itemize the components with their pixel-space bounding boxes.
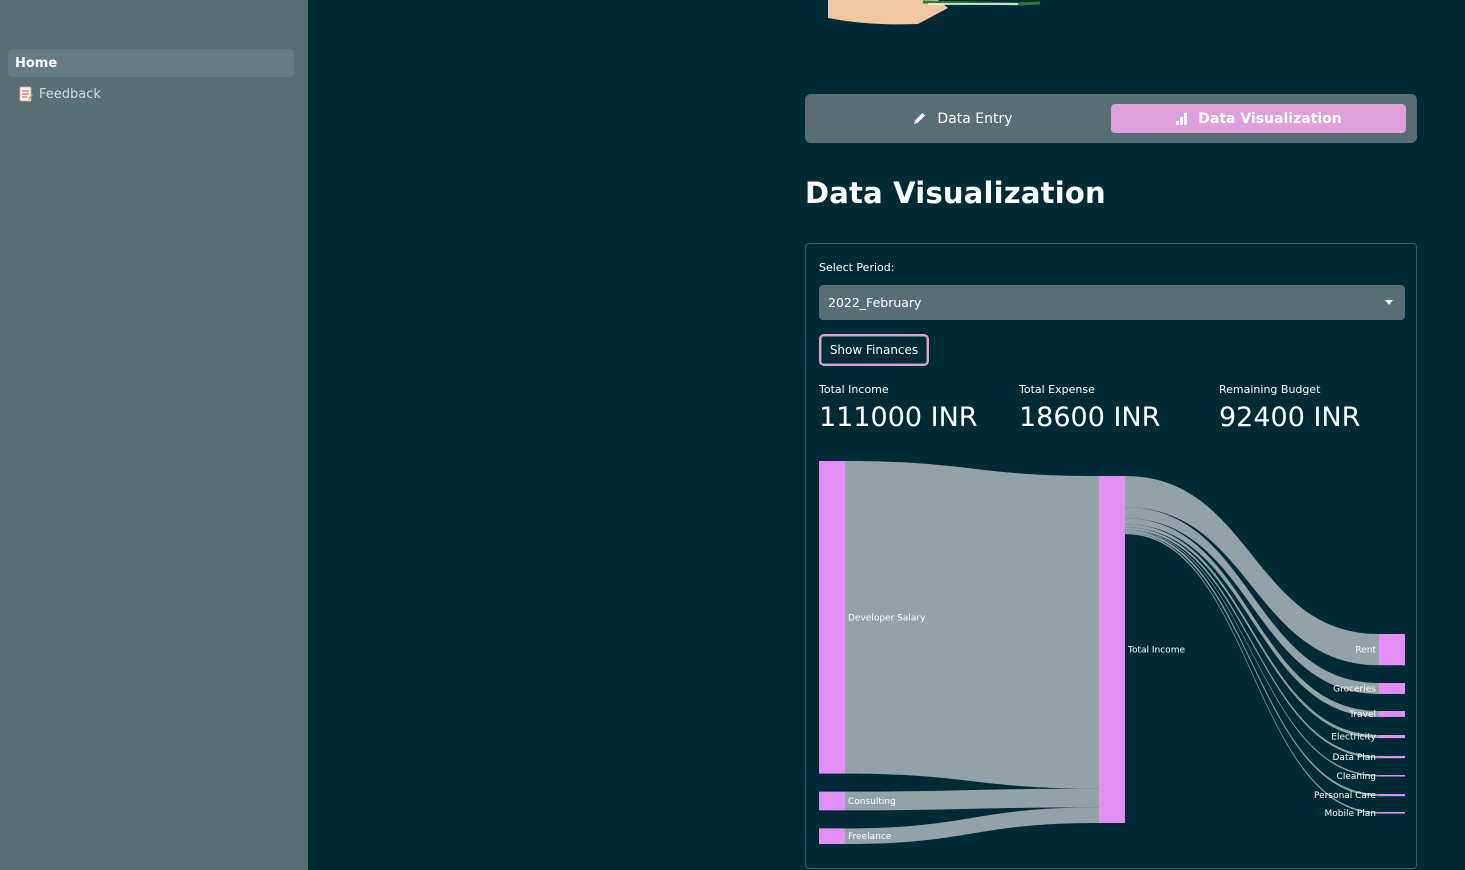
sankey-node[interactable] <box>819 791 845 811</box>
sankey-node-label: Personal Care <box>1314 791 1376 801</box>
sankey-node-label: Electricity <box>1331 733 1376 743</box>
sankey-node-label: Freelance <box>848 832 892 842</box>
sankey-node[interactable] <box>1379 683 1405 694</box>
sankey-node[interactable] <box>1379 812 1405 814</box>
select-period-label: Select Period: <box>819 261 895 274</box>
sidebar: Home Feedback <box>0 0 308 870</box>
tab-bar: Data Entry Data Visualization <box>805 94 1417 143</box>
sankey-node-label: Rent <box>1355 646 1376 656</box>
sidebar-item-home[interactable]: Home <box>8 49 294 77</box>
sankey-node[interactable] <box>1379 634 1405 666</box>
page-title: Data Visualization <box>805 176 1106 210</box>
sankey-node-label: Total Income <box>1127 646 1185 656</box>
sankey-node[interactable] <box>819 461 845 774</box>
sankey-node-label: Data Plan <box>1333 753 1377 763</box>
metric-value-expense: 18600 INR <box>1019 402 1161 433</box>
sankey-node[interactable] <box>1379 735 1405 739</box>
sankey-chart: Developer Salary Consulting Freelance Total… <box>819 461 1405 844</box>
sankey-node-label: Cleaning <box>1337 772 1376 782</box>
sidebar-item-feedback[interactable]: Feedback <box>8 80 294 108</box>
metric-label-remaining: Remaining Budget <box>1219 383 1321 396</box>
sankey-node-label: Developer Salary <box>848 613 926 623</box>
memo-icon <box>19 86 33 102</box>
chevron-down-icon <box>1385 300 1393 305</box>
sidebar-item-label: Home <box>15 55 58 71</box>
sankey-node-label: Travel <box>1348 710 1376 720</box>
tab-data-entry[interactable]: Data Entry <box>815 104 1110 133</box>
metric-value-income: 111000 INR <box>819 402 978 433</box>
metric-label-income: Total Income <box>819 383 889 396</box>
tab-data-visualization[interactable]: Data Visualization <box>1111 104 1406 133</box>
hero-illustration <box>828 0 1042 30</box>
bar-chart-icon <box>1176 113 1188 125</box>
sankey-node[interactable] <box>1379 794 1405 797</box>
show-finances-button[interactable]: Show Finances <box>819 334 929 366</box>
sankey-node[interactable] <box>1379 711 1405 717</box>
sankey-link <box>845 461 1099 789</box>
sankey-node-label: Consulting <box>848 797 896 807</box>
sidebar-item-label: Feedback <box>39 86 101 102</box>
metric-label-expense: Total Expense <box>1019 383 1095 396</box>
sankey-node[interactable] <box>819 828 845 844</box>
tab-label: Data Entry <box>937 110 1013 127</box>
sankey-node[interactable] <box>1379 775 1405 777</box>
period-select-value: 2022_February <box>828 295 922 310</box>
sankey-node[interactable] <box>1099 476 1125 823</box>
sankey-node-label: Mobile Plan <box>1324 809 1376 819</box>
sankey-node-label: Groceries <box>1333 684 1376 694</box>
pencil-icon <box>914 113 926 124</box>
sankey-link <box>1125 476 1379 666</box>
period-select[interactable]: 2022_February <box>819 285 1405 320</box>
sankey-node[interactable] <box>1379 756 1405 759</box>
tab-label: Data Visualization <box>1198 110 1342 127</box>
metric-value-remaining: 92400 INR <box>1219 402 1361 433</box>
